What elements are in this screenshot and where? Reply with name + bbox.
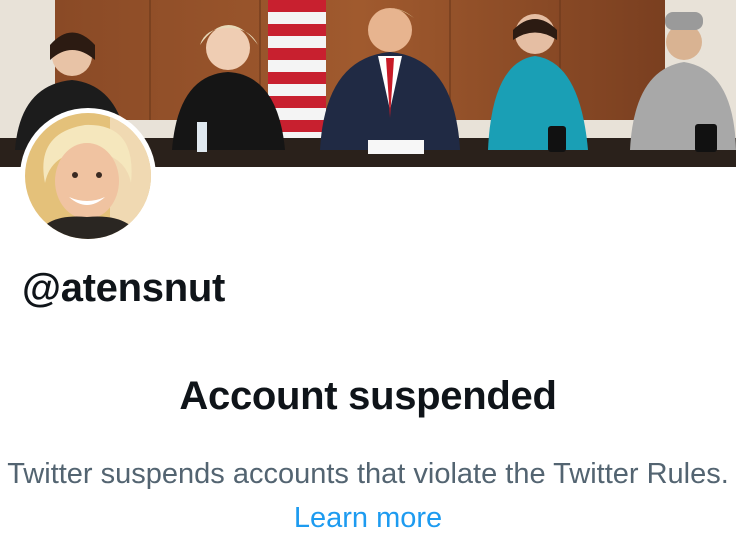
avatar-photo-icon xyxy=(25,113,151,239)
learn-more-link[interactable]: Learn more xyxy=(294,502,442,534)
suspension-message: Twitter suspends accounts that violate t… xyxy=(7,458,729,490)
profile-avatar[interactable] xyxy=(20,108,156,244)
profile-handle: @atensnut xyxy=(22,266,225,310)
suspension-message-block: Twitter suspends accounts that violate t… xyxy=(0,452,736,540)
suspension-title: Account suspended xyxy=(179,374,557,418)
